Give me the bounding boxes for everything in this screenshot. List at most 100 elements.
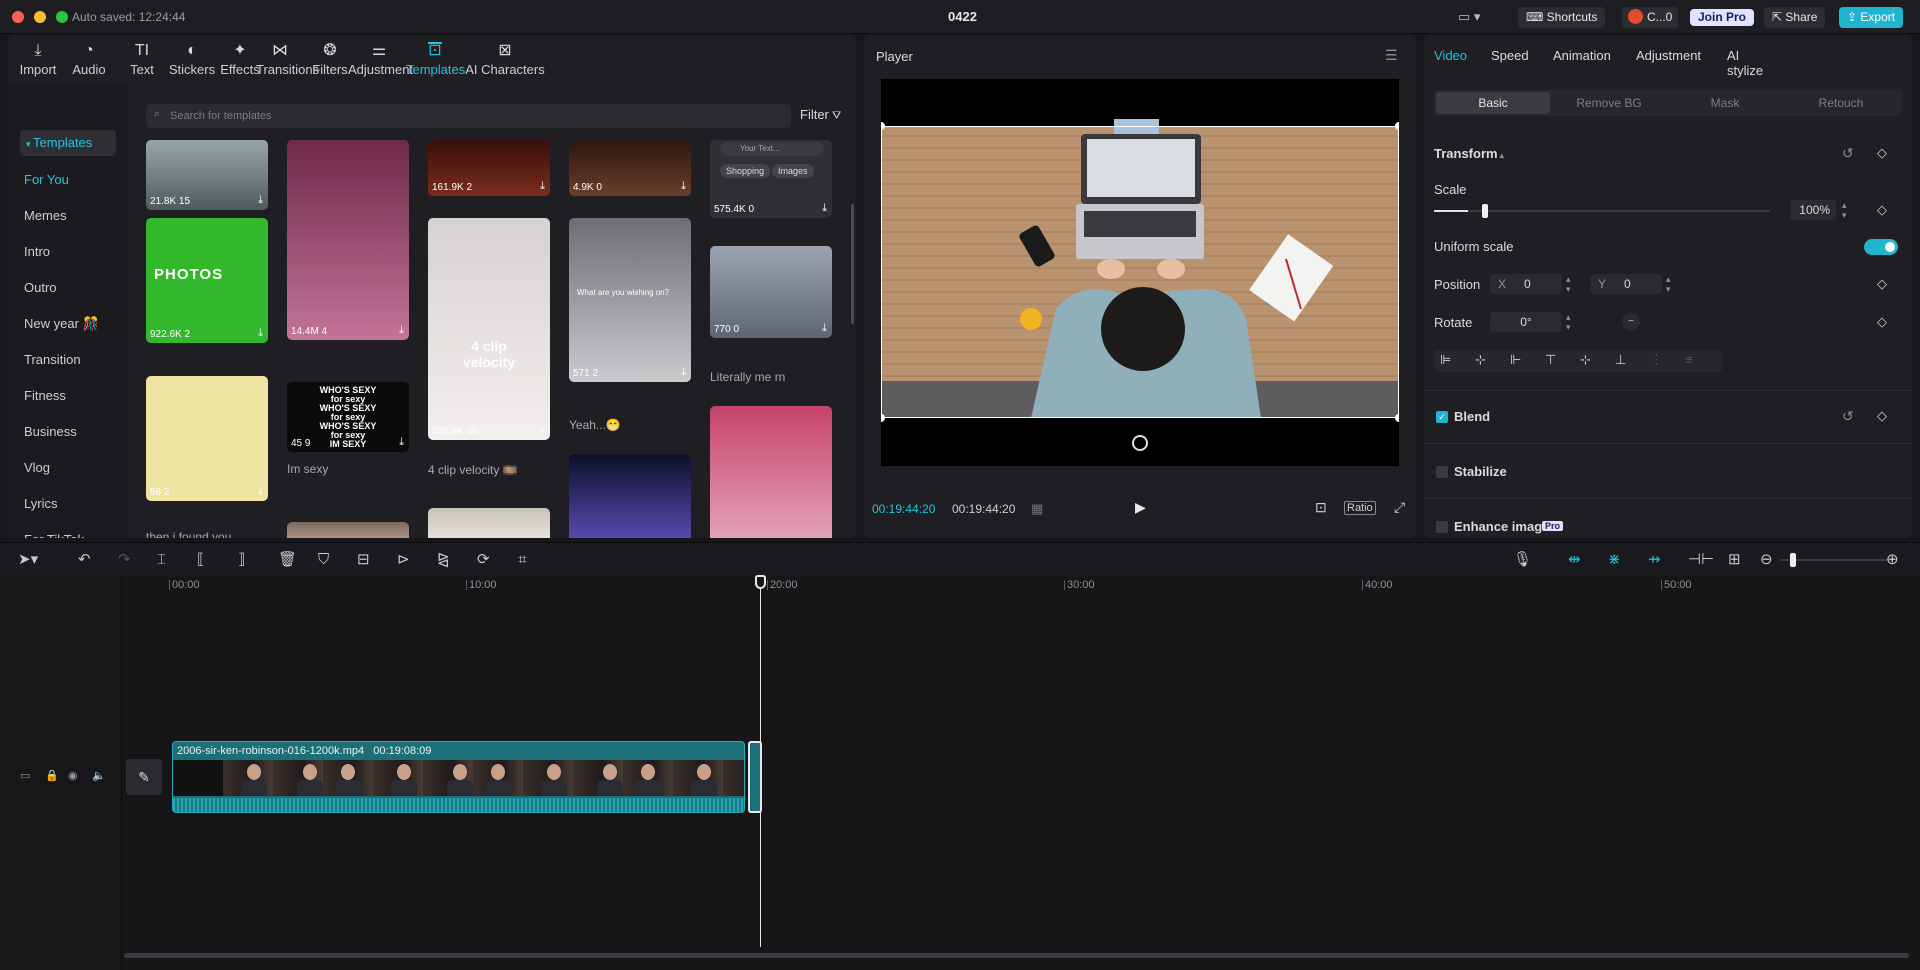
template-card[interactable]: 571 2 ⤓ What are you wishing on? bbox=[569, 218, 691, 382]
tab-speed[interactable]: Speed bbox=[1491, 48, 1529, 63]
blend-checkbox[interactable]: ✓ bbox=[1436, 411, 1448, 423]
player-menu-icon[interactable]: ☰ bbox=[1385, 47, 1398, 64]
speed-icon[interactable]: ⊳ bbox=[397, 551, 410, 569]
align-bottom-icon[interactable]: ⊥ bbox=[1615, 352, 1626, 368]
position-x-input[interactable]: X0 bbox=[1490, 274, 1562, 294]
template-card[interactable]: 922.6K 2 ⤓ PHOTOS bbox=[146, 218, 268, 343]
scale-keyframe-icon[interactable]: ◇ bbox=[1877, 202, 1887, 218]
template-card[interactable]: 161.9K 2 ⤓ bbox=[428, 140, 550, 196]
account-button[interactable]: C...0 bbox=[1622, 7, 1679, 28]
video-preview[interactable] bbox=[877, 79, 1403, 466]
hide-track-icon[interactable]: ◉ bbox=[68, 769, 78, 782]
download-icon[interactable]: ⤓ bbox=[258, 485, 263, 498]
redo-icon[interactable]: ↷ bbox=[118, 551, 131, 569]
template-card[interactable]: 14.4M 4 ⤓ bbox=[287, 140, 409, 340]
align-right-icon[interactable]: ⊩ bbox=[1510, 352, 1521, 368]
blend-keyframe-icon[interactable]: ◇ bbox=[1877, 408, 1887, 424]
blend-reset-icon[interactable]: ↺ bbox=[1842, 408, 1854, 425]
template-card[interactable]: 21.8K 15 ⤓ bbox=[146, 140, 268, 210]
linkage-icon[interactable]: ⇸ bbox=[1648, 551, 1661, 569]
template-card[interactable]: 45 9 ⤓ WHO'S SEXY for sexy WHO'S SEXY for … bbox=[287, 382, 409, 452]
layout-icon[interactable]: ▭ ▾ bbox=[1458, 9, 1480, 25]
download-icon[interactable]: ⤓ bbox=[681, 366, 686, 379]
template-scrollbar[interactable] bbox=[851, 204, 854, 324]
align-center-h-icon[interactable]: ⊹ bbox=[1475, 352, 1486, 368]
tab-adjustment[interactable]: Adjustment bbox=[1636, 48, 1701, 63]
fullscreen-icon[interactable]: ⤢ bbox=[1394, 499, 1405, 516]
maximize-window-button[interactable] bbox=[56, 11, 68, 23]
subtab-retouch[interactable]: Retouch bbox=[1784, 92, 1898, 114]
distribute-v-icon[interactable]: ≡ bbox=[1685, 352, 1693, 367]
main-track-magnet-icon[interactable]: ⇹ bbox=[1568, 551, 1581, 569]
preview-axis-icon[interactable]: ⊣⊢ bbox=[1688, 551, 1714, 569]
template-card[interactable] bbox=[287, 522, 409, 538]
template-card[interactable] bbox=[569, 454, 691, 538]
keyframe-icon[interactable]: ◇ bbox=[1877, 145, 1887, 161]
template-card[interactable] bbox=[428, 508, 550, 538]
export-button[interactable]: ⇪ Export bbox=[1839, 7, 1904, 28]
microphone-icon[interactable]: 🎙 bbox=[1513, 551, 1532, 569]
tab-animation[interactable]: Animation bbox=[1553, 48, 1611, 63]
auto-snapping-icon[interactable]: ⋇ bbox=[1608, 551, 1621, 569]
edit-cover-button[interactable]: ✎ bbox=[126, 759, 162, 795]
template-card[interactable]: 770 0 ⤓ bbox=[710, 246, 832, 338]
timeline-scrollbar[interactable] bbox=[124, 953, 1909, 958]
template-caption[interactable]: 4 clip velocity 🎞️ bbox=[428, 463, 518, 477]
video-clip[interactable]: 2006-sir-ken-robinson-016-1200k.mp4 00:1… bbox=[172, 741, 745, 813]
rotate-stepper[interactable]: ▴ ▾ bbox=[1566, 312, 1571, 332]
zoom-slider[interactable] bbox=[1780, 553, 1890, 567]
join-pro-button[interactable]: Join Pro bbox=[1690, 9, 1755, 26]
template-card[interactable]: 575.4K 0 ⤓ Your Text... Shopping Images bbox=[710, 140, 832, 218]
timecode-grid-icon[interactable]: ▦ bbox=[1031, 501, 1043, 517]
download-icon[interactable]: ⤓ bbox=[540, 424, 545, 437]
rotate-clip-icon[interactable]: ⟳ bbox=[477, 551, 490, 569]
cover-icon[interactable]: ▭ bbox=[20, 769, 30, 782]
close-window-button[interactable] bbox=[12, 11, 24, 23]
position-keyframe-icon[interactable]: ◇ bbox=[1877, 276, 1887, 292]
download-icon[interactable]: ⤓ bbox=[399, 324, 404, 337]
align-left-icon[interactable]: ⊫ bbox=[1440, 352, 1451, 368]
download-icon[interactable]: ⤓ bbox=[258, 194, 263, 207]
zoom-in-icon[interactable]: ⊕ bbox=[1886, 551, 1899, 569]
zoom-slider-handle[interactable] bbox=[1790, 553, 1796, 567]
shortcuts-button[interactable]: ⌨ Shortcuts bbox=[1518, 7, 1606, 28]
transform-section-title[interactable]: Transform ▴ bbox=[1434, 146, 1504, 161]
rotate-keyframe-icon[interactable]: ◇ bbox=[1877, 314, 1887, 330]
select-tool-icon[interactable]: ➤▾ bbox=[18, 551, 38, 569]
template-card[interactable]: 4.9K 0 ⤓ bbox=[569, 140, 691, 196]
crop-icon[interactable]: ⌗ bbox=[518, 551, 526, 569]
subtab-mask[interactable]: Mask bbox=[1668, 92, 1782, 114]
stabilize-checkbox[interactable] bbox=[1436, 466, 1448, 478]
scale-stepper[interactable]: ▴ ▾ bbox=[1842, 200, 1847, 220]
position-y-stepper[interactable]: ▴ ▾ bbox=[1666, 274, 1671, 294]
mark-icon[interactable]: ⛉ bbox=[318, 551, 329, 569]
scale-input[interactable]: 100% bbox=[1790, 200, 1836, 220]
align-center-v-icon[interactable]: ⊹ bbox=[1580, 352, 1591, 368]
scale-slider-handle[interactable] bbox=[1481, 204, 1488, 218]
template-card[interactable]: 828.9K 40 ⤓ 4 clip velocity bbox=[428, 218, 550, 440]
template-caption[interactable]: Literally me rn bbox=[710, 370, 785, 384]
tab-ai-stylize[interactable]: AI stylize bbox=[1727, 48, 1763, 78]
rotate-input[interactable]: 0° bbox=[1490, 312, 1562, 332]
play-button[interactable]: ▶ bbox=[1135, 499, 1146, 516]
blend-title[interactable]: Blend bbox=[1454, 409, 1490, 424]
stabilize-title[interactable]: Stabilize bbox=[1454, 464, 1507, 479]
scale-slider[interactable] bbox=[1434, 204, 1770, 218]
split-right-icon[interactable]: ⟧ bbox=[238, 551, 245, 569]
enhance-image-title[interactable]: Enhance image bbox=[1454, 519, 1549, 534]
download-icon[interactable]: ⤓ bbox=[822, 322, 827, 335]
ratio-button[interactable]: Ratio bbox=[1344, 501, 1376, 515]
distribute-h-icon[interactable]: ⋮ bbox=[1650, 352, 1663, 368]
share-button[interactable]: ⇱ Share bbox=[1764, 7, 1826, 28]
mirror-icon[interactable]: ⧎ bbox=[437, 551, 450, 569]
fit-view-icon[interactable]: ⊡ bbox=[1315, 499, 1327, 516]
enhance-checkbox[interactable] bbox=[1436, 521, 1448, 533]
minimize-window-button[interactable] bbox=[34, 11, 46, 23]
undo-icon[interactable]: ↶ bbox=[78, 551, 91, 569]
subtab-basic[interactable]: Basic bbox=[1436, 92, 1550, 114]
download-icon[interactable]: ⤓ bbox=[681, 180, 686, 193]
download-icon[interactable]: ⤓ bbox=[822, 202, 827, 215]
playhead-handle[interactable] bbox=[755, 575, 766, 589]
mute-track-icon[interactable]: 🔈 bbox=[92, 769, 106, 782]
position-y-input[interactable]: Y0 bbox=[1590, 274, 1662, 294]
